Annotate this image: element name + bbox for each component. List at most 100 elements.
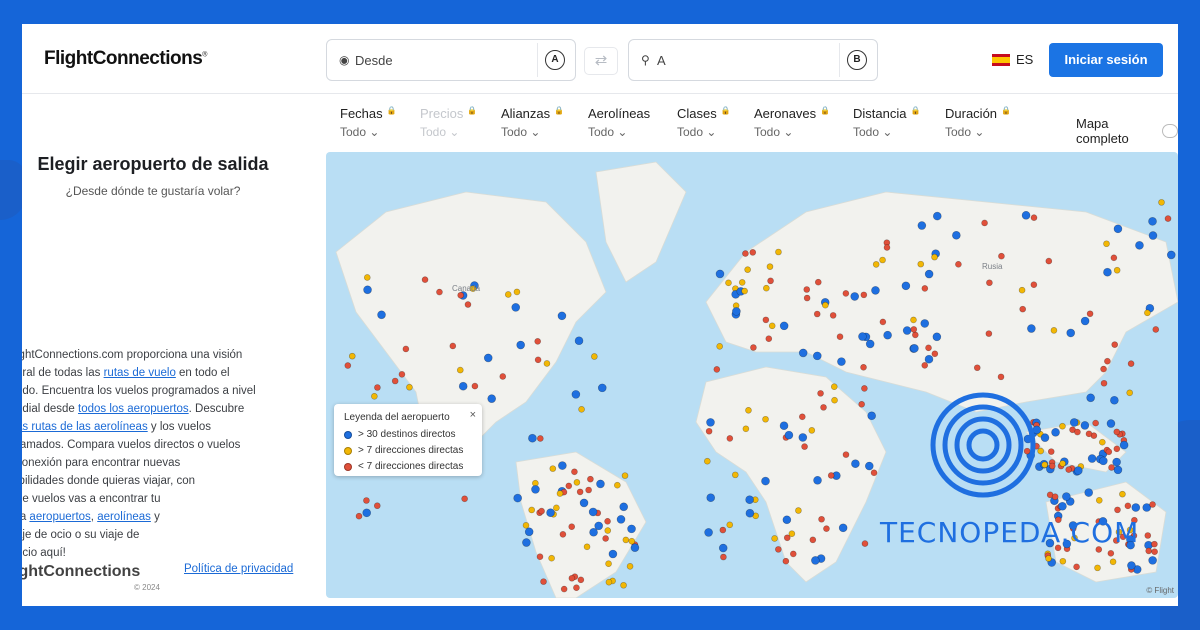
airport-dot[interactable]	[931, 350, 939, 358]
airport-dot[interactable]	[471, 382, 479, 390]
airport-dot[interactable]	[576, 488, 584, 496]
airport-dot[interactable]	[344, 362, 352, 369]
airport-dot[interactable]	[373, 502, 381, 510]
airport-dot[interactable]	[591, 353, 598, 360]
airport-dot[interactable]	[799, 413, 806, 421]
airport-dot[interactable]	[398, 371, 406, 378]
airport-dot[interactable]	[920, 319, 930, 328]
airport-dot[interactable]	[1094, 564, 1101, 572]
airport-dot[interactable]	[715, 269, 725, 279]
airport-dot[interactable]	[1144, 532, 1152, 539]
airport-dot[interactable]	[540, 578, 547, 585]
airport-dot[interactable]	[808, 427, 816, 434]
airport-dot[interactable]	[1113, 224, 1123, 234]
airport-dot[interactable]	[719, 526, 727, 534]
airport-dot[interactable]	[464, 301, 472, 308]
airport-dot[interactable]	[528, 506, 535, 514]
close-icon[interactable]: ×	[470, 409, 476, 421]
airport-dot[interactable]	[783, 534, 791, 542]
airport-dot[interactable]	[823, 525, 830, 532]
airport-dot[interactable]	[534, 338, 541, 345]
airport-dot[interactable]	[1045, 555, 1052, 562]
link-all-airports[interactable]: todos los aeropuertos	[78, 403, 189, 415]
airport-dot[interactable]	[549, 465, 557, 472]
airport-dot[interactable]	[910, 316, 917, 324]
airport-dot[interactable]	[850, 292, 860, 301]
airport-dot[interactable]	[775, 546, 782, 553]
airport-dot[interactable]	[511, 303, 521, 312]
airport-dot[interactable]	[836, 333, 844, 341]
airport-dot[interactable]	[924, 354, 934, 364]
airport-dot[interactable]	[1095, 497, 1103, 504]
airport-dot[interactable]	[803, 286, 811, 293]
airport-dot[interactable]	[1021, 210, 1031, 220]
airport-dot[interactable]	[872, 261, 880, 268]
airport-dot[interactable]	[879, 256, 886, 264]
airport-dot[interactable]	[1126, 389, 1133, 397]
swap-icon[interactable]: ⇄	[584, 47, 618, 75]
airport-dot[interactable]	[762, 415, 769, 423]
airport-dot[interactable]	[355, 512, 363, 520]
from-airport-field[interactable]: ◉ Desde A	[326, 39, 576, 81]
airport-dot[interactable]	[842, 451, 850, 458]
airport-dot[interactable]	[1148, 231, 1158, 240]
airport-dot[interactable]	[1018, 286, 1026, 294]
airport-dot[interactable]	[706, 493, 716, 503]
airport-dot[interactable]	[1103, 240, 1110, 248]
airport-dot[interactable]	[921, 362, 929, 369]
airport-dot[interactable]	[585, 486, 592, 494]
airport-dot[interactable]	[630, 543, 640, 552]
airport-dot[interactable]	[522, 522, 530, 529]
airport-dot[interactable]	[766, 263, 774, 270]
airport-dot[interactable]	[782, 515, 792, 525]
airport-dot[interactable]	[513, 288, 521, 296]
airport-dot[interactable]	[456, 366, 464, 374]
airport-dot[interactable]	[1148, 556, 1157, 565]
airport-dot[interactable]	[803, 294, 811, 302]
airport-dot[interactable]	[628, 537, 636, 545]
airport-dot[interactable]	[883, 244, 891, 251]
airport-dot[interactable]	[1113, 428, 1121, 436]
airport-dot[interactable]	[534, 356, 542, 364]
airport-dot[interactable]	[1119, 490, 1126, 498]
airport-dot[interactable]	[1105, 448, 1113, 456]
airport-dot[interactable]	[363, 274, 371, 281]
airport-dot[interactable]	[1092, 419, 1099, 427]
link-airlines[interactable]: aerolíneas	[97, 511, 151, 523]
airport-dot[interactable]	[1050, 327, 1058, 334]
from-badge[interactable]: A	[537, 43, 571, 77]
airport-dot[interactable]	[604, 527, 612, 534]
airport-dot[interactable]	[860, 363, 867, 371]
airport-dot[interactable]	[813, 310, 821, 318]
filter-aeronaves[interactable]: Aeronaves 🔒 Todo ⌄	[754, 106, 830, 139]
airport-dot[interactable]	[738, 279, 746, 286]
airport-dot[interactable]	[538, 507, 545, 515]
full-map-toggle[interactable]: Mapa completo	[1076, 116, 1178, 146]
airport-dot[interactable]	[860, 291, 868, 299]
airport-dot[interactable]	[745, 495, 754, 505]
airport-dot[interactable]	[573, 584, 580, 592]
airport-dot[interactable]	[363, 497, 370, 504]
airport-dot[interactable]	[1074, 428, 1081, 436]
airport-dot[interactable]	[837, 357, 846, 366]
airport-dot[interactable]	[1030, 281, 1038, 289]
airport-dot[interactable]	[955, 261, 962, 268]
airport-dot[interactable]	[1027, 324, 1036, 333]
airport-dot[interactable]	[458, 381, 468, 391]
toggle-switch[interactable]	[1161, 124, 1178, 138]
airport-dot[interactable]	[798, 348, 808, 358]
airport-dot[interactable]	[706, 418, 715, 427]
airport-dot[interactable]	[763, 284, 770, 292]
airport-dot[interactable]	[858, 332, 867, 341]
airport-dot[interactable]	[605, 578, 613, 586]
airport-dot[interactable]	[568, 523, 576, 530]
airport-dot[interactable]	[362, 508, 372, 518]
airport-dot[interactable]	[616, 515, 626, 524]
airport-dot[interactable]	[1127, 561, 1136, 570]
airport-dot[interactable]	[1051, 493, 1059, 500]
airport-dot[interactable]	[483, 353, 493, 363]
airport-dot[interactable]	[871, 286, 880, 295]
airport-dot[interactable]	[870, 469, 878, 477]
airport-dot[interactable]	[1103, 267, 1112, 277]
link-airline-routes[interactable]: as rutas de las aerolíneas	[22, 421, 148, 433]
